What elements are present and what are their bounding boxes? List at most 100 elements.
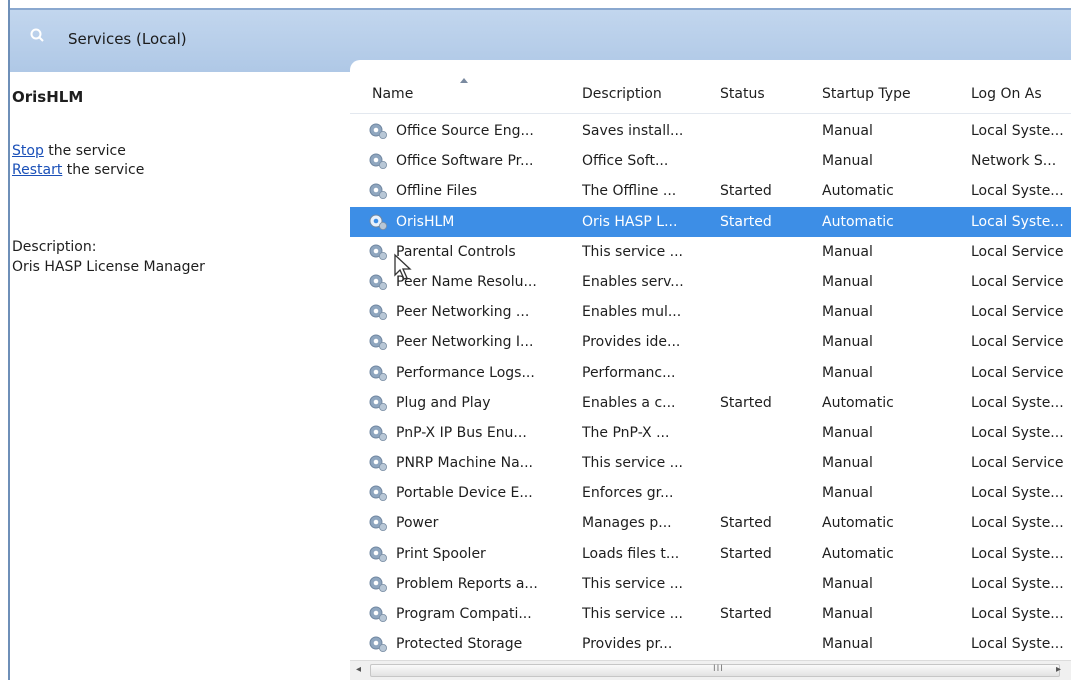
cell-name: Peer Networking I... — [396, 334, 534, 351]
restart-link[interactable]: Restart — [12, 162, 62, 178]
table-row[interactable]: PnP-X IP Bus Enu... The PnP-X ... Manual Lo… — [350, 418, 1071, 448]
cell-logon: Local Syste... — [971, 515, 1064, 532]
cell-name: Peer Name Resolu... — [396, 273, 537, 290]
cell-description: Performanc... — [582, 364, 676, 381]
table-row[interactable]: Office Software Pr... Office Soft... Manua… — [350, 146, 1071, 176]
cell-description: Saves install... — [582, 123, 684, 139]
table-row[interactable]: Performance Logs... Performanc... Manual Lo… — [350, 358, 1071, 388]
table-row[interactable]: Print Spooler Loads files t... Started Auto… — [350, 539, 1071, 569]
service-gear-icon — [369, 395, 387, 411]
service-gear-icon — [369, 244, 387, 260]
cell-name: Protected Storage — [396, 636, 523, 653]
cell-name: Performance Logs... — [396, 364, 535, 381]
services-window: Services (Local) OrisHLM Stop the servic… — [8, 0, 1071, 680]
cell-startup: Manual — [822, 636, 873, 653]
service-gear-icon — [369, 636, 387, 653]
service-name-heading: OrisHLM — [12, 88, 84, 106]
cell-description: Enables mul... — [582, 304, 682, 321]
cell-startup: Manual — [822, 153, 873, 170]
scrollbar-thumb[interactable]: III — [370, 664, 1060, 677]
cell-description: Loads files t... — [582, 545, 680, 562]
cell-startup: Manual — [822, 364, 873, 381]
cell-status: Started — [720, 606, 772, 622]
horizontal-scrollbar[interactable]: ◂ III ▸ — [350, 660, 1071, 680]
cell-description: Provides ide... — [582, 334, 681, 351]
cell-description: The PnP-X ... — [582, 424, 670, 441]
column-header-log-on-as[interactable]: Log On As — [971, 86, 1042, 102]
column-header-startup-type[interactable]: Startup Type — [822, 86, 911, 102]
cell-description: Enables serv... — [582, 273, 684, 290]
cell-name: PNRP Machine Na... — [396, 455, 533, 472]
table-row[interactable]: OrisHLM Oris HASP L... Started Automatic Loc… — [350, 206, 1071, 237]
cell-description: This service ... — [582, 606, 684, 622]
cell-name: Office Source Eng... — [396, 123, 534, 139]
cell-logon: Local Syste... — [971, 183, 1064, 200]
cell-name: Portable Device E... — [396, 485, 533, 502]
stop-link-suffix: the service — [43, 143, 126, 159]
column-header-status[interactable]: Status — [720, 86, 765, 102]
cell-name: Program Compati... — [396, 606, 532, 622]
table-row[interactable]: Portable Device E... Enforces gr... Manual… — [350, 478, 1071, 508]
table-row[interactable]: PNRP Machine Na... This service ... Manual… — [350, 448, 1071, 478]
stop-link[interactable]: Stop — [12, 143, 44, 159]
cell-logon: Local Service — [971, 455, 1064, 472]
cell-name: Office Software Pr... — [396, 153, 534, 170]
table-row[interactable]: Peer Networking I... Provides ide... Manua… — [350, 327, 1071, 357]
cell-description: The Offline ... — [582, 183, 677, 200]
service-gear-icon — [369, 304, 387, 321]
service-gear-icon — [369, 546, 387, 562]
cell-logon: Local Syste... — [971, 424, 1064, 441]
service-description: Oris HASP License Manager — [12, 259, 205, 275]
scroll-right-icon[interactable]: ▸ — [1056, 664, 1061, 675]
scroll-left-icon[interactable]: ◂ — [356, 664, 361, 675]
cell-logon: Local Syste... — [971, 213, 1064, 230]
magnifier-gear-icon — [30, 28, 44, 42]
cell-name: Offline Files — [396, 183, 478, 200]
column-header-name[interactable]: Name — [372, 86, 413, 102]
cell-logon: Network S... — [971, 153, 1057, 170]
service-gear-icon — [369, 606, 387, 622]
table-row[interactable]: Plug and Play Enables a c... Started Automa… — [350, 388, 1071, 418]
cell-name: Plug and Play — [396, 394, 491, 411]
mouse-pointer-icon — [394, 253, 412, 280]
cell-description: This service ... — [582, 575, 684, 592]
cell-logon: Local Service — [971, 304, 1064, 321]
table-row[interactable]: Program Compati... This service ... Starte… — [350, 599, 1071, 629]
cell-description: Oris HASP L... — [582, 213, 678, 230]
service-gear-icon — [369, 365, 387, 381]
service-gear-icon — [369, 123, 387, 139]
service-gear-icon — [369, 183, 387, 200]
cell-startup: Manual — [822, 123, 873, 139]
cell-logon: Local Syste... — [971, 123, 1064, 139]
scrollbar-grip: III — [713, 664, 724, 674]
restart-service-action: Restart the service — [12, 161, 144, 180]
service-gear-icon — [369, 485, 387, 502]
column-header-row: Name Description Status Startup Type Log… — [350, 74, 1071, 114]
cell-logon: Local Syste... — [971, 575, 1064, 592]
column-header-description[interactable]: Description — [582, 86, 662, 102]
table-row[interactable]: Protected Storage Provides pr... Manual Loc… — [350, 629, 1071, 659]
cell-description: Enables a c... — [582, 394, 676, 411]
table-row[interactable]: Power Manages p... Started Automatic Local S… — [350, 508, 1071, 538]
service-gear-icon — [369, 576, 387, 592]
table-row[interactable]: Peer Name Resolu... Enables serv... Manual… — [350, 267, 1071, 297]
service-gear-icon — [369, 455, 387, 472]
service-gear-icon — [369, 214, 387, 230]
cell-logon: Local Service — [971, 364, 1064, 381]
sort-ascending-icon — [460, 78, 468, 83]
table-row[interactable]: Problem Reports a... This service ... Manu… — [350, 569, 1071, 599]
cell-startup: Automatic — [822, 515, 894, 532]
cell-name: Problem Reports a... — [396, 575, 538, 592]
table-row[interactable]: Offline Files The Offline ... Started Autom… — [350, 176, 1071, 206]
cell-description: Enforces gr... — [582, 485, 674, 502]
cell-startup: Manual — [822, 424, 873, 441]
table-row[interactable]: Office Source Eng... Saves install... Manu… — [350, 116, 1071, 146]
cell-description: This service ... — [582, 455, 684, 472]
description-label: Description: — [12, 239, 97, 255]
cell-startup: Manual — [822, 334, 873, 351]
cell-logon: Local Syste... — [971, 485, 1064, 502]
table-row[interactable]: Peer Networking ... Enables mul... Manual L… — [350, 297, 1071, 327]
cell-name: Print Spooler — [396, 545, 486, 562]
table-row[interactable]: Parental Controls This service ... Manual L… — [350, 237, 1071, 267]
cell-logon: Local Syste... — [971, 636, 1064, 653]
